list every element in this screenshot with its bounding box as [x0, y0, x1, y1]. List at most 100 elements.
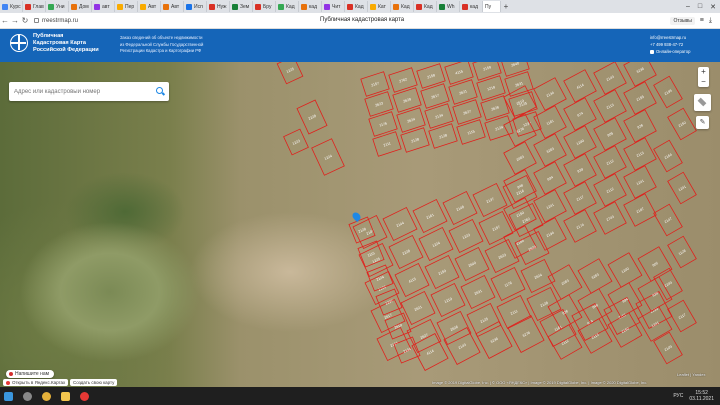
- cadastral-parcel[interactable]: 2155: [623, 81, 657, 115]
- cadastral-parcel[interactable]: 2150: [667, 107, 697, 141]
- cadastral-parcel[interactable]: 2187: [623, 193, 657, 227]
- cadastral-parcel[interactable]: 1241: [667, 171, 697, 205]
- cadastral-logo-icon[interactable]: [10, 34, 28, 52]
- cadastral-parcel[interactable]: 2164: [653, 139, 683, 173]
- cadastral-parcel[interactable]: 3263: [533, 133, 567, 167]
- cadastral-parcel[interactable]: 926: [623, 109, 657, 143]
- browser-tab[interactable]: кад: [299, 1, 322, 12]
- cadastral-parcel[interactable]: 3278: [507, 314, 545, 354]
- cadastral-parcel[interactable]: 939: [563, 153, 597, 187]
- browser-tab[interactable]: Нуж: [207, 1, 230, 12]
- browser-tab[interactable]: Авт: [138, 1, 161, 12]
- cadastral-parcel[interactable]: 2143: [593, 62, 627, 95]
- browser-tab[interactable]: Пер: [115, 1, 138, 12]
- cadastral-parcel[interactable]: 2112: [593, 173, 627, 207]
- explorer-icon[interactable]: [61, 391, 70, 401]
- cadastral-parcel[interactable]: 2195: [653, 75, 683, 109]
- browser-tab[interactable]: кад: [460, 1, 483, 12]
- browser-tab[interactable]: Бру: [253, 1, 276, 12]
- browser-tab[interactable]: Чит: [322, 1, 345, 12]
- cadastral-parcel[interactable]: 2174: [563, 209, 597, 243]
- browser-tab[interactable]: Курс: [0, 1, 23, 12]
- cadastral-parcel[interactable]: 2150: [607, 312, 643, 348]
- map-view[interactable]: 1225 2228 1224 1223 2157 2762 2158 4115 2159 2640…: [0, 62, 720, 387]
- cadastral-parcel[interactable]: 1224: [311, 138, 345, 176]
- cadastral-parcel[interactable]: 1200: [563, 125, 597, 159]
- reload-icon[interactable]: ↻: [20, 16, 30, 25]
- browser-tab[interactable]: Авт: [161, 1, 184, 12]
- cadastral-parcel[interactable]: 894: [533, 161, 567, 195]
- cadastral-parcel[interactable]: 1241: [533, 189, 567, 223]
- back-icon[interactable]: ←: [0, 16, 10, 25]
- browser-tab[interactable]: Кат: [368, 1, 391, 12]
- clock[interactable]: 15:52 03.11.2021: [689, 390, 714, 402]
- site-brand[interactable]: Публичная Кадастровая Карта Российской Ф…: [33, 33, 99, 54]
- cadastral-parcel[interactable]: 894: [607, 282, 643, 318]
- leaflet-attribution[interactable]: Leaflet | Yandex: [677, 372, 705, 377]
- cadastral-parcel[interactable]: 2147: [653, 203, 683, 237]
- cadastral-parcel[interactable]: 3263: [577, 258, 613, 294]
- cadastral-parcel[interactable]: 2743: [593, 201, 627, 235]
- cadastral-parcel[interactable]: 2113: [593, 89, 627, 123]
- cadastral-parcel[interactable]: 2112: [547, 324, 583, 360]
- cadastral-parcel[interactable]: 1241: [623, 165, 657, 199]
- cadastral-parcel[interactable]: 2228: [296, 99, 328, 135]
- cadastral-parcel[interactable]: 948: [577, 288, 613, 324]
- zoom-out-button[interactable]: −: [698, 77, 709, 87]
- online-operator-link[interactable]: Онлайн-оператор: [650, 48, 690, 55]
- search-icon[interactable]: [23, 391, 32, 401]
- ruler-icon[interactable]: ✎: [696, 116, 709, 129]
- browser-tab[interactable]: Кад: [391, 1, 414, 12]
- cadastral-parcel[interactable]: 2134: [533, 77, 567, 111]
- cadastral-parcel[interactable]: 2150: [503, 197, 537, 231]
- layers-icon[interactable]: [694, 94, 711, 111]
- contact-phone[interactable]: +7 499 938-47-72: [650, 41, 690, 48]
- active-tab[interactable]: Пу: [483, 1, 501, 12]
- search-input[interactable]: [14, 88, 149, 95]
- cadastral-parcel[interactable]: 874: [563, 97, 597, 131]
- browser-tab[interactable]: авт: [92, 1, 115, 12]
- create-map-link[interactable]: Создать свою карту: [70, 379, 118, 386]
- search-icon[interactable]: [156, 87, 163, 94]
- maximize-icon[interactable]: □: [698, 3, 702, 11]
- menu-icon[interactable]: ≡: [700, 17, 704, 24]
- download-icon[interactable]: ⤓: [709, 17, 712, 25]
- cadastral-parcel[interactable]: 905: [593, 117, 627, 151]
- cadastral-parcel[interactable]: 1223: [283, 128, 309, 156]
- browser-tab[interactable]: Кад: [345, 1, 368, 12]
- cadastral-parcel[interactable]: 2143: [443, 326, 481, 366]
- cadastral-parcel[interactable]: 2159: [472, 62, 502, 81]
- cadastral-parcel[interactable]: 2194: [533, 217, 567, 251]
- chrome-icon[interactable]: [42, 391, 51, 401]
- browser-tab[interactable]: Глав: [23, 1, 46, 12]
- url-field[interactable]: rreestrmap.ru: [34, 18, 234, 24]
- cadastral-parcel[interactable]: 2113: [623, 137, 657, 171]
- cadastral-parcel[interactable]: 1200: [607, 252, 643, 288]
- forward-icon[interactable]: →: [10, 16, 20, 25]
- yandex-icon[interactable]: [80, 391, 89, 401]
- browser-tab[interactable]: Wh: [437, 1, 460, 12]
- cadastral-parcel[interactable]: 3236: [623, 62, 657, 87]
- open-in-yandex-link[interactable]: Открыть в Яндекс.Картах: [3, 379, 69, 386]
- chat-widget-button[interactable]: Напишите нам: [6, 370, 55, 378]
- close-icon[interactable]: ✕: [710, 3, 716, 11]
- browser-tab[interactable]: Кад: [414, 1, 437, 12]
- cadastral-parcel[interactable]: 1225: [276, 62, 304, 85]
- cadastral-parcel[interactable]: 2113: [577, 318, 613, 354]
- browser-tab[interactable]: Уни: [46, 1, 69, 12]
- minimize-icon[interactable]: –: [686, 3, 690, 11]
- cadastral-parcel[interactable]: 2117: [563, 181, 597, 215]
- browser-tab[interactable]: Дом: [69, 1, 92, 12]
- cadastral-parcel[interactable]: 2063: [503, 141, 537, 175]
- browser-tab[interactable]: Кад: [276, 1, 299, 12]
- browser-tab[interactable]: Зем: [230, 1, 253, 12]
- feedback-button[interactable]: Отзывы: [670, 16, 695, 25]
- browser-tab[interactable]: Исп: [184, 1, 207, 12]
- cadastral-parcel[interactable]: 4114: [563, 69, 597, 103]
- new-tab-button[interactable]: +: [501, 2, 511, 11]
- cadastral-parcel[interactable]: 2112: [593, 145, 627, 179]
- zoom-in-button[interactable]: +: [698, 67, 709, 77]
- cadastral-parcel[interactable]: 2640: [500, 62, 530, 77]
- contact-email[interactable]: info@rreestrmap.ru: [650, 34, 690, 41]
- language-indicator[interactable]: РУС: [673, 393, 683, 399]
